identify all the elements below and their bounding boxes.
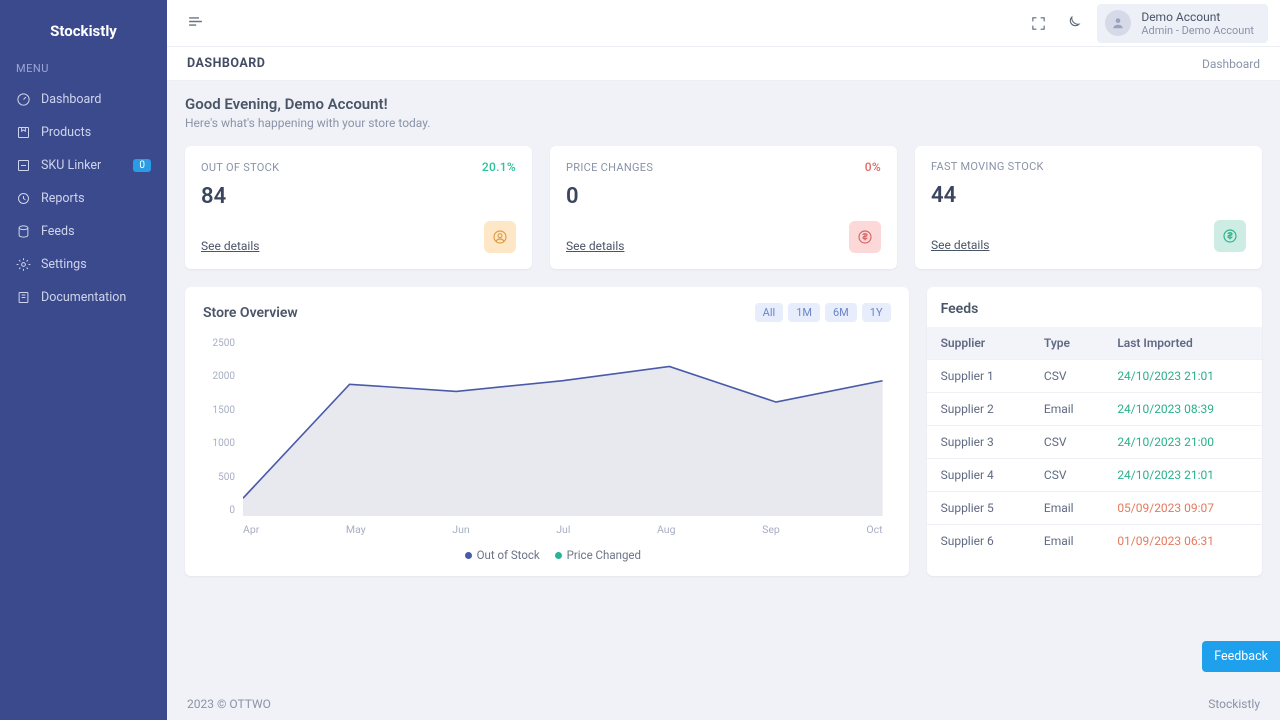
- brand-logo[interactable]: Stockistly: [0, 10, 167, 58]
- sidebar-item-label: Reports: [41, 191, 85, 206]
- box-icon: [16, 125, 31, 140]
- table-row[interactable]: Supplier 4CSV24/10/2023 21:01: [927, 459, 1262, 492]
- card-price-changes: PRICE CHANGES 0% 0 See details: [550, 146, 897, 269]
- sidebar-item-label: Documentation: [41, 290, 126, 305]
- range-1y[interactable]: 1Y: [862, 303, 891, 322]
- greeting-headline: Good Evening, Demo Account!: [185, 95, 1262, 113]
- avatar-icon: [1105, 10, 1131, 36]
- sku-linker-badge: 0: [133, 159, 151, 172]
- table-row[interactable]: Supplier 5Email05/09/2023 09:07: [927, 492, 1262, 525]
- page-header: DASHBOARD Dashboard: [167, 47, 1280, 81]
- feedback-button[interactable]: Feedback: [1202, 641, 1280, 672]
- card-value: 44: [931, 183, 1246, 208]
- sidebar-item-products[interactable]: Products: [0, 116, 167, 149]
- greeting-sub: Here's what's happening with your store …: [185, 116, 1262, 130]
- see-details-link[interactable]: See details: [566, 239, 624, 253]
- legend-dot-b: [555, 552, 562, 559]
- card-title: PRICE CHANGES: [566, 161, 653, 174]
- panel-title: Store Overview: [203, 305, 298, 321]
- range-6m[interactable]: 6M: [825, 303, 857, 322]
- footer-left: 2023 © OTTWO: [187, 697, 271, 711]
- chart-legend: Out of Stock Price Changed: [203, 548, 891, 562]
- sidebar-item-reports[interactable]: Reports: [0, 182, 167, 215]
- theme-toggle-icon[interactable]: [1063, 14, 1081, 32]
- card-title: FAST MOVING STOCK: [931, 160, 1044, 173]
- col-type[interactable]: Type: [1030, 327, 1103, 360]
- store-overview-panel: Store Overview All 1M 6M 1Y 250020001500…: [185, 287, 909, 576]
- sidebar-item-documentation[interactable]: Documentation: [0, 281, 167, 314]
- col-supplier[interactable]: Supplier: [927, 327, 1030, 360]
- table-row[interactable]: Supplier 2Email24/10/2023 08:39: [927, 393, 1262, 426]
- sidebar-item-feeds[interactable]: Feeds: [0, 215, 167, 248]
- gauge-icon: [16, 92, 31, 107]
- account-role: Admin - Demo Account: [1141, 24, 1254, 37]
- greeting: Good Evening, Demo Account! Here's what'…: [185, 95, 1262, 130]
- footer-right: Stockistly: [1208, 697, 1260, 711]
- card-out-of-stock: OUT OF STOCK 20.1% 84 See details: [185, 146, 532, 269]
- account-name: Demo Account: [1141, 10, 1254, 24]
- topbar: Demo Account Admin - Demo Account: [167, 0, 1280, 47]
- menu-toggle-icon[interactable]: [187, 13, 204, 34]
- sidebar-item-label: Dashboard: [41, 92, 101, 107]
- account-menu[interactable]: Demo Account Admin - Demo Account: [1097, 4, 1268, 43]
- user-icon: [484, 221, 516, 253]
- feeds-panel: Feeds Supplier Type Last Imported Suppli…: [927, 287, 1262, 576]
- breadcrumb[interactable]: Dashboard: [1202, 57, 1260, 71]
- range-1m[interactable]: 1M: [788, 303, 820, 322]
- chart-range-tabs: All 1M 6M 1Y: [755, 303, 891, 322]
- see-details-link[interactable]: See details: [201, 239, 259, 253]
- fullscreen-icon[interactable]: [1029, 14, 1047, 32]
- sidebar-item-dashboard[interactable]: Dashboard: [0, 83, 167, 116]
- panel-title: Feeds: [927, 301, 1262, 327]
- range-all[interactable]: All: [755, 303, 784, 322]
- sidebar-item-label: Settings: [41, 257, 87, 272]
- card-percent: 20.1%: [482, 160, 516, 174]
- dollar-icon: [849, 221, 881, 253]
- card-value: 84: [201, 184, 516, 209]
- col-last-imported[interactable]: Last Imported: [1103, 327, 1262, 360]
- table-row[interactable]: Supplier 6Email01/09/2023 06:31: [927, 525, 1262, 558]
- footer: 2023 © OTTWO Stockistly: [167, 688, 1280, 720]
- card-fast-moving: FAST MOVING STOCK 44 See details: [915, 146, 1262, 269]
- clock-icon: [16, 191, 31, 206]
- table-row[interactable]: Supplier 1CSV24/10/2023 21:01: [927, 360, 1262, 393]
- sidebar-item-label: SKU Linker: [41, 158, 101, 173]
- see-details-link[interactable]: See details: [931, 238, 989, 252]
- chart-area: 25002000150010005000 AprMayJunJulAugSepO…: [203, 332, 891, 542]
- legend-dot-a: [465, 552, 472, 559]
- link-icon: [16, 158, 31, 173]
- settings-icon: [16, 257, 31, 272]
- card-title: OUT OF STOCK: [201, 161, 279, 174]
- sidebar-item-label: Products: [41, 125, 91, 140]
- sidebar-item-settings[interactable]: Settings: [0, 248, 167, 281]
- book-icon: [16, 290, 31, 305]
- feeds-table: Supplier Type Last Imported Supplier 1CS…: [927, 327, 1262, 557]
- menu-label: MENU: [0, 58, 167, 83]
- dollar-icon: [1214, 220, 1246, 252]
- table-row[interactable]: Supplier 3CSV24/10/2023 21:00: [927, 426, 1262, 459]
- card-value: 0: [566, 184, 881, 209]
- database-icon: [16, 224, 31, 239]
- sidebar-item-sku-linker[interactable]: SKU Linker 0: [0, 149, 167, 182]
- sidebar-item-label: Feeds: [41, 224, 75, 239]
- sidebar: Stockistly MENU Dashboard Products SKU L…: [0, 0, 167, 720]
- card-percent: 0%: [865, 160, 881, 174]
- page-title: DASHBOARD: [187, 56, 265, 71]
